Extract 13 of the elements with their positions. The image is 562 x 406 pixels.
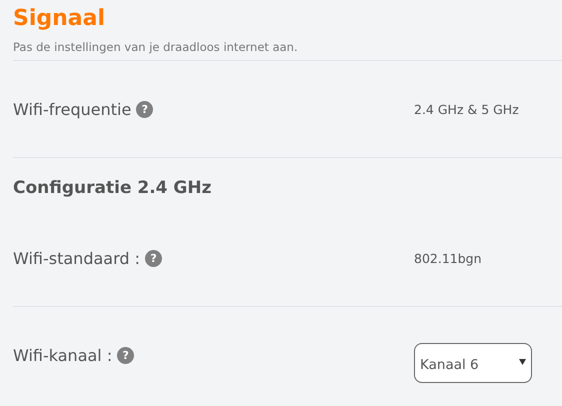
setting-label: Wifi-standaard : — [13, 248, 140, 268]
setting-label: Wifi-kanaal : — [13, 346, 112, 364]
help-icon[interactable]: ? — [145, 250, 162, 266]
page-subtitle: Pas de instellingen van je draadloos internet aan. — [13, 40, 299, 54]
help-icon[interactable]: ? — [136, 100, 154, 118]
help-icon[interactable]: ? — [117, 346, 134, 364]
page-title: Signaal — [13, 5, 106, 33]
section-heading: Configuratie 2.4 GHz — [13, 177, 212, 200]
setting-value: 802.11bgn — [414, 250, 482, 266]
setting-value: 2.4 GHz & 5 GHz — [414, 102, 519, 116]
caret-icon — [519, 359, 526, 365]
setting-label: Wifi-frequentie — [13, 100, 132, 118]
channel-dropdown[interactable]: Kanaal 6 — [414, 343, 532, 383]
